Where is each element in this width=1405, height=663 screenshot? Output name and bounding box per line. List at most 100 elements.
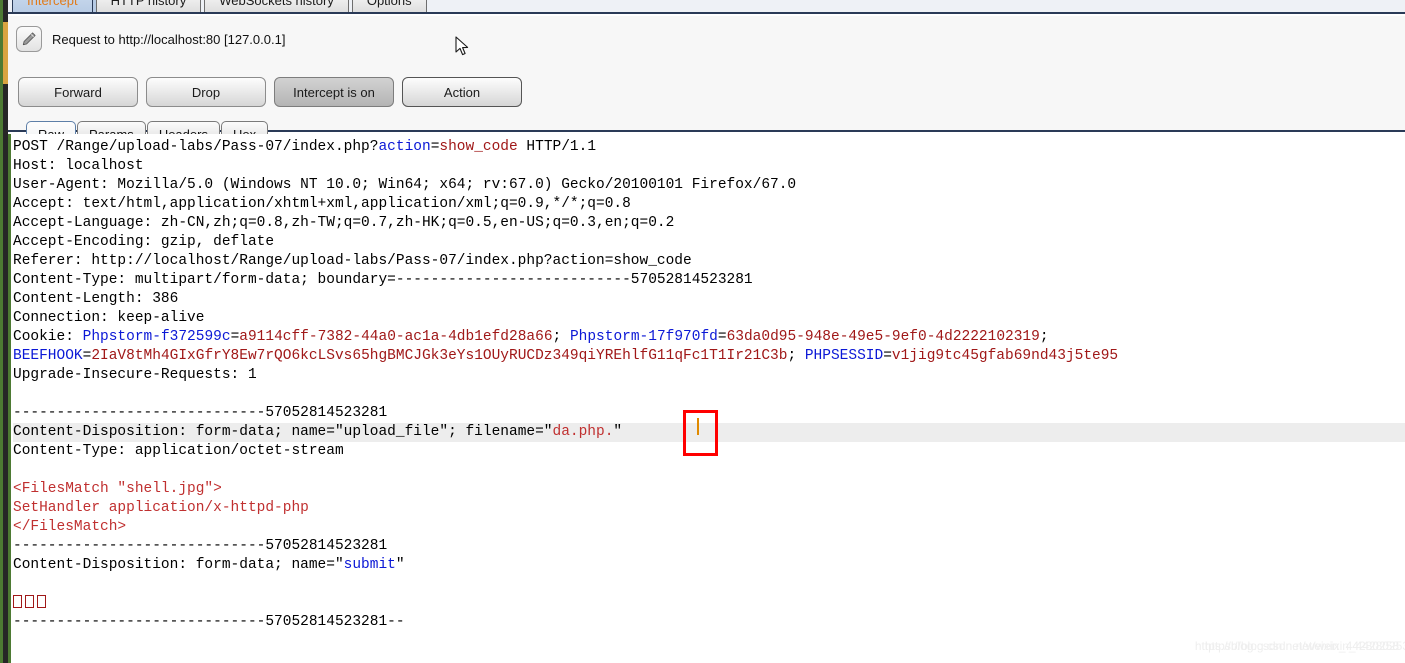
raw-token: Content-Type: application/octet-stream xyxy=(13,443,344,459)
raw-token: Content-Length: 386 xyxy=(13,291,179,307)
drop-button[interactable]: Drop xyxy=(146,77,266,107)
raw-token: " xyxy=(395,557,405,573)
request-title: Request to http://localhost:80 [127.0.0.… xyxy=(52,31,286,47)
raw-token: ; xyxy=(787,348,805,364)
raw-token: = xyxy=(717,329,727,345)
missing-glyph-box xyxy=(13,595,22,608)
raw-line: Accept: text/html,application/xhtml+xml,… xyxy=(13,195,1405,214)
watermark-text-b: https://blog.csdn.net/weixin_44280253 xyxy=(1204,639,1405,653)
raw-token: " xyxy=(613,424,623,440)
raw-token: = xyxy=(230,329,240,345)
raw-token: Phpstorm-f372599c xyxy=(82,329,231,345)
raw-line: Content-Length: 386 xyxy=(13,290,1405,309)
raw-token: Content-Type: multipart/form-data; bound… xyxy=(13,272,753,288)
raw-token: Host: localhost xyxy=(13,158,144,174)
raw-line: -----------------------------57052814523… xyxy=(13,404,1405,423)
raw-line: POST /Range/upload-labs/Pass-07/index.ph… xyxy=(13,138,1405,157)
raw-line: Content-Disposition: form-data; name="su… xyxy=(13,556,1405,575)
raw-line: Content-Disposition: form-data; name="up… xyxy=(13,423,1405,442)
intercept-toggle-button[interactable]: Intercept is on xyxy=(274,77,394,107)
raw-token: 63da0d95-948e-49e5-9ef0-4d2222102319 xyxy=(726,329,1040,345)
raw-line: Host: localhost xyxy=(13,157,1405,176)
raw-line: User-Agent: Mozilla/5.0 (Windows NT 10.0… xyxy=(13,176,1405,195)
raw-token: </FilesMatch> xyxy=(13,519,127,535)
raw-token: Connection: keep-alive xyxy=(13,310,205,326)
intercept-toggle-label: Intercept is on xyxy=(293,84,375,100)
forward-button-label: Forward xyxy=(54,84,102,100)
watermark: https://blog.csdn.net/weixin_44280258 ht… xyxy=(1195,639,1405,653)
raw-line: -----------------------------57052814523… xyxy=(13,613,1405,632)
raw-token: User-Agent: Mozilla/5.0 (Windows NT 10.0… xyxy=(13,177,797,193)
raw-line: </FilesMatch> xyxy=(13,518,1405,537)
raw-token: ; xyxy=(1039,329,1049,345)
raw-token: ; xyxy=(552,329,570,345)
raw-line: Content-Type: multipart/form-data; bound… xyxy=(13,271,1405,290)
raw-line: Accept-Encoding: gzip, deflate xyxy=(13,233,1405,252)
raw-line: Content-Type: application/octet-stream xyxy=(13,442,1405,461)
raw-token: submit xyxy=(343,557,396,573)
raw-token: Cookie: xyxy=(13,329,83,345)
raw-line: <FilesMatch "shell.jpg"> xyxy=(13,480,1405,499)
drop-button-label: Drop xyxy=(191,84,221,100)
tab-http-history[interactable]: HTTP history xyxy=(95,0,202,12)
tab-intercept-label: Intercept xyxy=(27,0,78,8)
text-caret xyxy=(697,418,699,435)
raw-line xyxy=(13,594,1405,613)
raw-token: Content-Disposition: form-data; name=" xyxy=(13,424,344,440)
intercept-button-row: Forward Drop Intercept is on Action xyxy=(18,77,522,107)
raw-line: -----------------------------57052814523… xyxy=(13,537,1405,556)
raw-token: "; filename=" xyxy=(439,424,553,440)
missing-glyph-box xyxy=(25,595,34,608)
tab-websockets-history[interactable]: WebSockets history xyxy=(204,0,349,12)
raw-line: Referer: http://localhost/Range/upload-l… xyxy=(13,252,1405,271)
raw-line: Cookie: Phpstorm-f372599c=a9114cff-7382-… xyxy=(13,328,1405,347)
raw-token: upload_file xyxy=(343,424,440,440)
tab-options[interactable]: Options xyxy=(351,0,427,12)
pencil-icon[interactable] xyxy=(16,26,42,52)
raw-token: -----------------------------57052814523… xyxy=(13,538,388,554)
raw-token: POST /Range/upload-labs/Pass-07/index.ph… xyxy=(13,139,379,155)
raw-line: BEEFHOOK = 2IaV8tMh4GIxGfrY8Ew7rQO6kcLSvs6… xyxy=(13,347,1405,366)
raw-token: Referer: http://localhost/Range/upload-l… xyxy=(13,253,692,269)
request-header: Request to http://localhost:80 [127.0.0.… xyxy=(16,26,285,52)
forward-button[interactable]: Forward xyxy=(18,77,138,107)
raw-line xyxy=(13,575,1405,594)
raw-request-editor[interactable]: POST /Range/upload-labs/Pass-07/index.ph… xyxy=(8,134,1405,663)
tab-intercept[interactable]: Intercept xyxy=(12,0,93,12)
raw-token: Accept-Language: zh-CN,zh;q=0.8,zh-TW;q=… xyxy=(13,215,675,231)
burp-suite-window: Intercept HTTP history WebSockets histor… xyxy=(0,0,1405,663)
raw-token: PHPSESSID xyxy=(804,348,884,364)
raw-token: -----------------------------57052814523… xyxy=(13,614,405,630)
editor-left-border xyxy=(8,134,11,663)
raw-token: 2IaV8tMh4GIxGfrY8Ew7rQO6kcLSvs65hgBMCJGk… xyxy=(91,348,788,364)
raw-token: v1jig9tc45gfab69nd43j5te95 xyxy=(891,348,1119,364)
raw-line xyxy=(13,461,1405,480)
main-tab-strip: Intercept HTTP history WebSockets histor… xyxy=(8,0,1405,14)
raw-token: Upgrade-Insecure-Requests: 1 xyxy=(13,367,257,383)
raw-token: <FilesMatch "shell.jpg"> xyxy=(13,481,222,497)
raw-request-text[interactable]: POST /Range/upload-labs/Pass-07/index.ph… xyxy=(13,138,1405,632)
raw-line: Accept-Language: zh-CN,zh;q=0.8,zh-TW;q=… xyxy=(13,214,1405,233)
raw-token: da.php. xyxy=(552,424,614,440)
raw-token: SetHandler application/x-httpd-php xyxy=(13,500,309,516)
raw-token: Content-Disposition: form-data; name=" xyxy=(13,557,344,573)
raw-token: Phpstorm-17f970fd xyxy=(569,329,718,345)
raw-token: HTTP/1.1 xyxy=(517,139,597,155)
raw-token: action xyxy=(378,139,431,155)
raw-token: show_code xyxy=(439,139,518,155)
intercept-panel: Request to http://localhost:80 [127.0.0.… xyxy=(8,16,1405,147)
raw-line: Upgrade-Insecure-Requests: 1 xyxy=(13,366,1405,385)
raw-line xyxy=(13,385,1405,404)
raw-token: Accept-Encoding: gzip, deflate xyxy=(13,234,275,250)
raw-token: Accept: text/html,application/xhtml+xml,… xyxy=(13,196,631,212)
tab-options-label: Options xyxy=(366,0,412,8)
raw-line: Connection: keep-alive xyxy=(13,309,1405,328)
action-button[interactable]: Action xyxy=(402,77,522,107)
raw-token: = xyxy=(883,348,892,364)
window-left-rail-dark-bottom xyxy=(3,84,8,663)
action-button-label: Action xyxy=(443,84,481,100)
raw-token: a9114cff-7382-44a0-ac1a-4db1efd28a66 xyxy=(239,329,553,345)
window-left-rail-orange xyxy=(3,22,8,84)
tab-http-history-label: HTTP history xyxy=(110,0,187,8)
window-left-rail-dark-top xyxy=(3,0,8,22)
